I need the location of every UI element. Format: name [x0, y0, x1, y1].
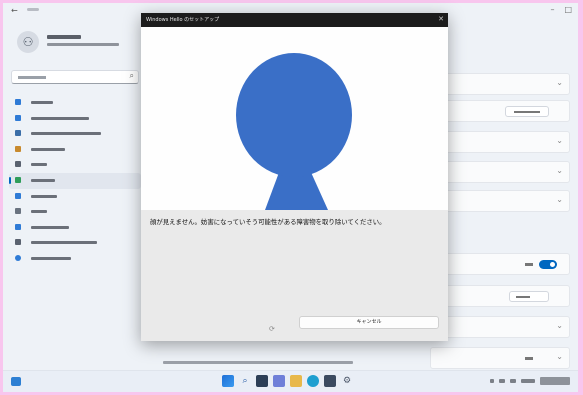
search-icon: ⌕ [129, 71, 134, 80]
settings-card[interactable]: ⌄ [430, 316, 570, 338]
dialog-message: 顔が見えません。妨害になっていそう可能性がある障害物を取り除いてください。 [150, 218, 386, 226]
tray-volume-icon[interactable] [510, 379, 516, 383]
start-icon[interactable] [222, 375, 234, 387]
sidebar-item-gaming[interactable] [9, 204, 141, 220]
brush-icon [15, 145, 21, 152]
sidebar-item-label [31, 225, 69, 229]
sidebar-item-label [31, 132, 101, 136]
minimize-icon[interactable]: – [550, 5, 554, 14]
maximize-icon[interactable]: □ [564, 5, 572, 14]
gamepad-icon [15, 208, 21, 215]
settings-card[interactable] [430, 285, 570, 307]
sidebar-item-apps[interactable] [9, 157, 141, 173]
sidebar-item-privacy[interactable] [9, 235, 141, 251]
chevron-down-icon: ⌄ [556, 321, 563, 330]
loading-spinner-icon: ⟳ [269, 325, 275, 333]
sidebar-item-system[interactable] [9, 95, 141, 111]
edge-icon[interactable] [307, 375, 319, 387]
cancel-button[interactable]: キャンセル [299, 316, 439, 329]
settings-search-input[interactable]: ⌕ [11, 70, 139, 84]
card-dropdown[interactable] [509, 291, 549, 302]
card-button[interactable] [505, 106, 549, 117]
network-icon [15, 130, 21, 137]
accessibility-icon [15, 223, 21, 230]
sidebar-item-personalization[interactable] [9, 142, 141, 158]
sidebar-item-label [31, 101, 53, 104]
sidebar-item-label [31, 241, 97, 245]
chat-icon[interactable] [273, 375, 285, 387]
settings-card[interactable] [430, 100, 570, 122]
toggle-switch[interactable] [539, 260, 557, 269]
settings-card[interactable]: ⌄ [430, 73, 570, 95]
system-icon [15, 99, 21, 105]
store-icon[interactable] [324, 375, 336, 387]
chevron-down-icon: ⌄ [556, 78, 563, 87]
taskbar-apps: ⌕ ⚙ [222, 375, 353, 387]
taskbar: ⌕ ⚙ [3, 370, 578, 392]
shield-icon [15, 239, 21, 246]
dialog-message-area: 顔が見えません。妨害になっていそう可能性がある障害物を取り除いてください。 ⟳ … [141, 210, 448, 341]
sidebar-item-label [31, 147, 65, 151]
search-placeholder [18, 76, 46, 79]
chevron-down-icon: ⌄ [556, 195, 563, 204]
sidebar-item-network[interactable] [9, 126, 141, 142]
sidebar-item-label [31, 194, 57, 198]
apps-icon [15, 161, 21, 168]
toggle-state-label [525, 357, 533, 360]
sidebar-item-label [31, 210, 47, 214]
settings-card[interactable] [430, 253, 570, 275]
tray-clock[interactable] [540, 377, 570, 385]
windows-hello-dialog: Windows Hello のセットアップ ✕ 顔が見えません。妨害になっていそ… [141, 13, 448, 341]
widgets-icon[interactable] [11, 377, 21, 386]
settings-card[interactable]: ⌄ [430, 347, 570, 369]
settings-sidebar [9, 95, 141, 267]
sidebar-item-label [31, 163, 47, 167]
system-tray [490, 377, 570, 385]
profile-email [47, 43, 119, 46]
sidebar-item-bluetooth[interactable] [9, 111, 141, 127]
sidebar-item-time-language[interactable] [9, 189, 141, 205]
sidebar-item-label [31, 116, 89, 120]
camera-preview [141, 27, 448, 210]
dialog-title: Windows Hello のセットアップ [146, 17, 220, 23]
back-arrow-icon[interactable]: ← [11, 6, 18, 15]
close-icon[interactable]: ✕ [438, 15, 444, 23]
chevron-down-icon: ⌄ [556, 352, 563, 361]
toggle-state-label [525, 263, 533, 266]
search-icon[interactable]: ⌕ [239, 375, 251, 387]
user-profile[interactable]: ⚇ [17, 29, 137, 57]
file-explorer-icon[interactable] [290, 375, 302, 387]
chevron-down-icon: ⌄ [556, 166, 563, 175]
settings-card[interactable]: ⌄ [430, 161, 570, 183]
profile-name [47, 35, 81, 39]
avatar-icon: ⚇ [17, 31, 39, 53]
sidebar-item-label [31, 256, 71, 260]
chevron-down-icon: ⌄ [556, 136, 563, 145]
tray-chevron-icon[interactable] [490, 379, 494, 383]
sidebar-item-label [31, 178, 55, 182]
settings-card[interactable]: ⌄ [430, 131, 570, 153]
task-view-icon[interactable] [256, 375, 268, 387]
sidebar-item-accessibility[interactable] [9, 220, 141, 236]
update-icon [15, 254, 21, 261]
face-silhouette-icon [236, 53, 352, 210]
sidebar-item-windows-update[interactable] [9, 251, 141, 267]
tray-network-icon[interactable] [499, 379, 505, 383]
settings-footer-text [163, 361, 353, 364]
dialog-titlebar: Windows Hello のセットアップ ✕ [141, 13, 448, 27]
accounts-icon [15, 176, 21, 183]
settings-app-title [27, 8, 39, 11]
settings-gear-icon[interactable]: ⚙ [341, 375, 353, 387]
settings-card[interactable]: ⌄ [430, 190, 570, 212]
clock-icon [15, 192, 21, 199]
tray-ime-indicator[interactable] [521, 379, 535, 383]
sidebar-item-accounts[interactable] [9, 172, 141, 189]
window-controls: – □ [550, 5, 572, 14]
bluetooth-icon [15, 114, 21, 121]
